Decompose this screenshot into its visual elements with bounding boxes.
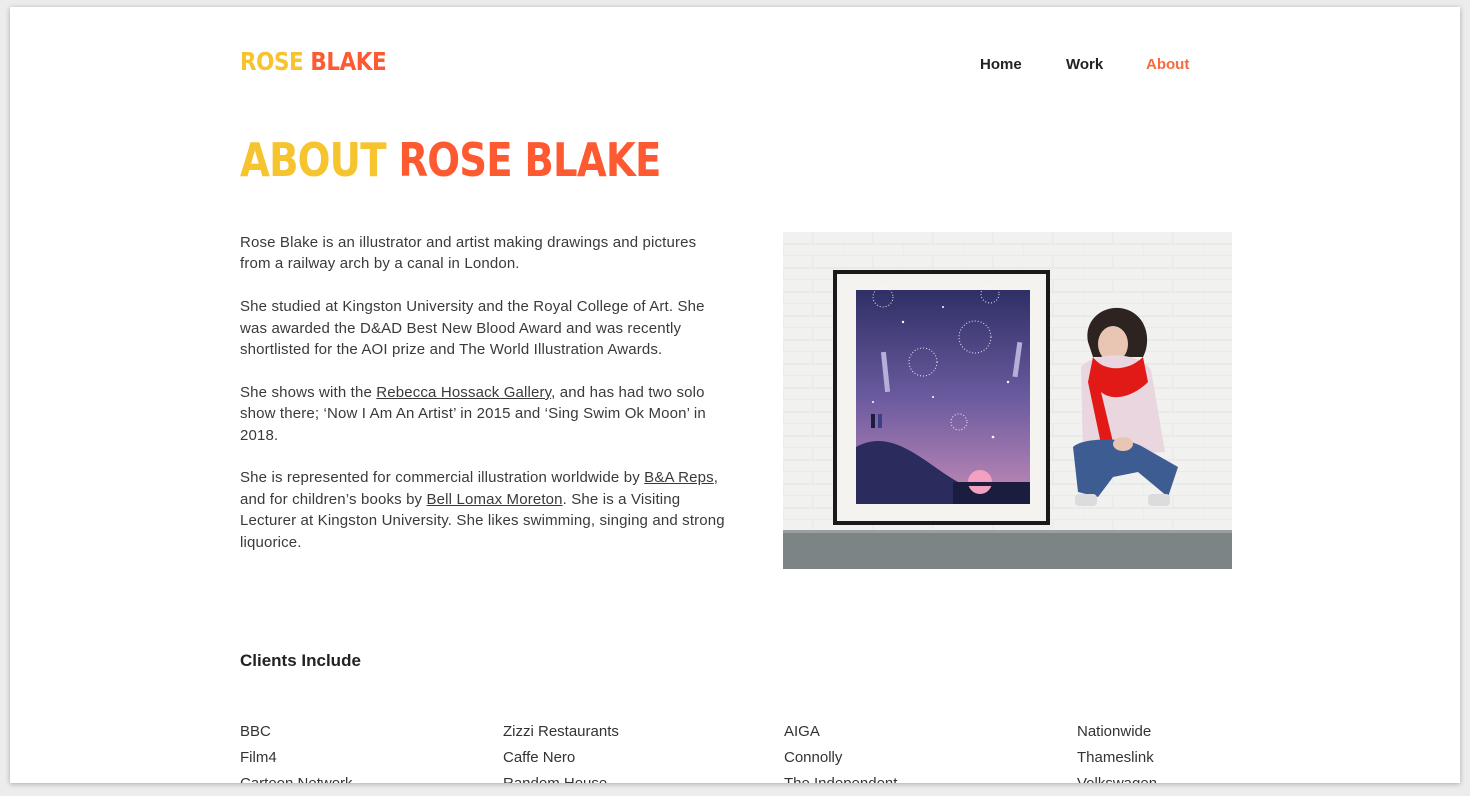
client-item: Thameslink [1077, 749, 1154, 766]
ba-reps-link[interactable]: B&A Reps [644, 469, 714, 486]
clients-heading: Clients Include [240, 651, 361, 670]
bio-text-span: She is represented for commercial illust… [240, 469, 645, 487]
client-item: Cartoon Network [240, 771, 353, 783]
page-title-about: ABOUT [240, 133, 387, 187]
client-item: Film4 [240, 749, 277, 766]
bio-paragraph-3: She shows with the Rebecca Hossack Galle… [240, 382, 725, 446]
client-item: Volkswagen [1077, 771, 1157, 783]
logo-first-name: ROSE [240, 47, 304, 76]
bell-lomax-moreton-link[interactable]: Bell Lomax Moreton [427, 491, 563, 508]
client-item: BBC [240, 723, 271, 740]
page-title-name: ROSE BLAKE [398, 133, 661, 187]
gallery-link[interactable]: Rebecca Hossack Gallery [376, 384, 551, 401]
page-title: ABOUT ROSE BLAKE [240, 137, 661, 183]
client-item: The Independent [784, 771, 897, 783]
logo-last-name: BLAKE [310, 47, 387, 76]
client-item: Zizzi Restaurants [503, 723, 619, 740]
nav-home-link[interactable]: Home [980, 55, 1022, 75]
bio-paragraph-2: She studied at Kingston University and t… [240, 298, 705, 359]
bio-text-span: She shows with the [240, 383, 377, 401]
client-item: Random House [503, 771, 619, 783]
nav-about-link[interactable]: About [1146, 55, 1189, 75]
client-item: Caffe Nero [503, 749, 576, 766]
artist-photo [783, 232, 1232, 569]
bio-text: Rose Blake is an illustrator and artist … [240, 232, 725, 574]
client-item: Nationwide [1077, 723, 1152, 740]
clients-column-2: Zizzi Restaurants Caffe Nero Random Hous… [503, 719, 619, 783]
clients-column-1: BBC Film4 Cartoon Network [240, 719, 353, 783]
browser-window: ROSE BLAKE Home Work About ABOUT ROSE BL… [10, 7, 1460, 783]
clients-column-3: AIGA Connolly The Independent [784, 719, 897, 783]
client-item: AIGA [784, 723, 820, 740]
client-item: Connolly [784, 749, 843, 766]
nav-work-link[interactable]: Work [1066, 55, 1103, 75]
bio-paragraph-4: She is represented for commercial illust… [240, 467, 725, 553]
clients-column-4: Nationwide Thameslink Volkswagen [1077, 719, 1157, 783]
site-logo[interactable]: ROSE BLAKE [240, 47, 387, 76]
bio-paragraph-1: Rose Blake is an illustrator and artist … [240, 234, 697, 273]
